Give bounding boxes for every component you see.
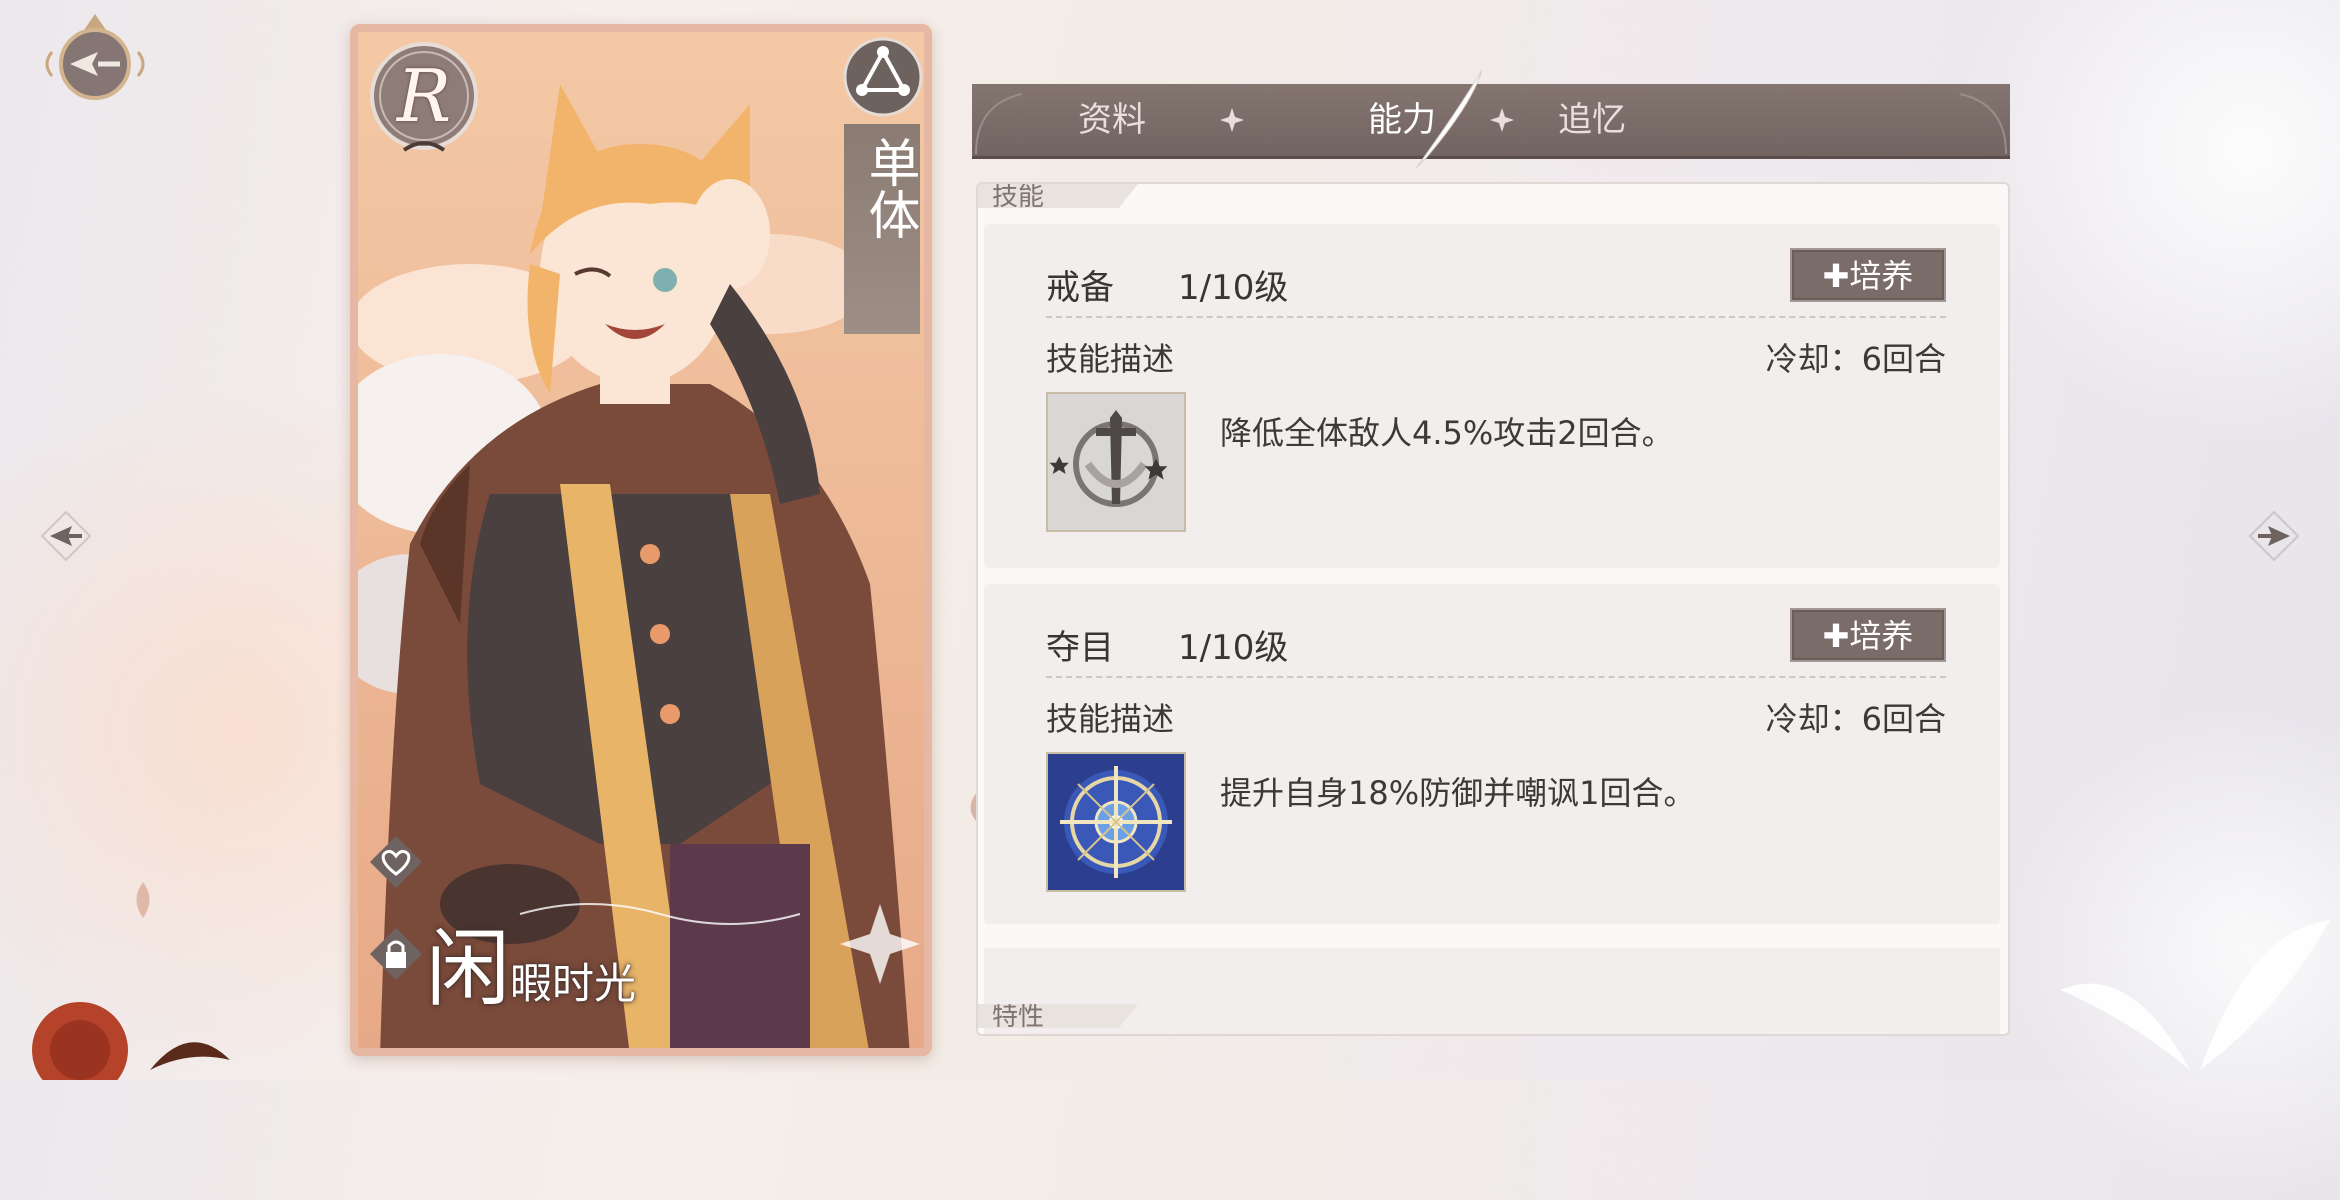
section-tab-skills: 技能 — [978, 184, 1138, 208]
tab-bar-ornament-right — [1959, 93, 2007, 155]
skill-description-label: 技能描述 — [1046, 700, 1175, 738]
traits-section — [984, 948, 2000, 1034]
skill-cooldown: 冷却：6回合 — [1765, 700, 1946, 738]
sparkle-separator-icon — [1220, 108, 1244, 132]
card-title-first-char: 闲 — [426, 920, 511, 1018]
tab-memories[interactable]: 追忆 — [1512, 84, 1672, 156]
character-card[interactable]: R 单体 闲暇时光 — [350, 24, 932, 1056]
plus-icon: ✚ — [1822, 257, 1850, 295]
back-icon — [45, 14, 145, 100]
divider — [1046, 316, 1946, 318]
divider — [1046, 676, 1946, 678]
previous-character-button[interactable] — [38, 508, 94, 564]
cultivate-button[interactable]: ✚培养 — [1790, 248, 1946, 302]
tab-bar-ornament-left — [975, 93, 1023, 155]
rarity-letter: R — [396, 54, 452, 138]
tab-profile[interactable]: 资料 — [1032, 84, 1192, 156]
back-button[interactable] — [40, 8, 150, 118]
target-type-icon — [843, 37, 923, 117]
skill-description: 降低全体敌人4.5%攻击2回合。 — [1220, 414, 1674, 452]
skills-panel[interactable]: 技能 戒备 1/10级 ✚培养 技能描述 冷却：6回合 降低全体敌人4.5%攻击… — [976, 182, 2010, 1036]
favorite-button[interactable] — [366, 832, 426, 892]
skill-cooldown: 冷却：6回合 — [1765, 340, 1946, 378]
next-character-button[interactable] — [2246, 508, 2302, 564]
plus-icon: ✚ — [1822, 617, 1850, 655]
lock-icon — [370, 928, 422, 980]
skill-level: 1/10级 — [1178, 628, 1289, 668]
heart-icon — [370, 836, 422, 888]
skill-card: 夺目 1/10级 ✚培养 技能描述 冷却：6回合 提升自身18%防御并嘲讽1回合… — [984, 584, 2000, 924]
skill-description: 提升自身18%防御并嘲讽1回合。 — [1220, 774, 1696, 812]
rose-decoration — [32, 1002, 230, 1080]
cultivate-label: 培养 — [1849, 617, 1914, 655]
sword-shield-icon[interactable] — [1046, 392, 1186, 532]
cultivate-button[interactable]: ✚培养 — [1790, 608, 1946, 662]
arrow-right-icon — [2248, 510, 2300, 562]
falling-petal — [136, 882, 150, 918]
section-tab-traits: 特性 — [978, 1004, 1138, 1028]
card-title-rest: 暇时光 — [510, 959, 637, 1008]
skill-card: 戒备 1/10级 ✚培养 技能描述 冷却：6回合 降低全体敌人4.5%攻击2回合… — [984, 224, 2000, 568]
skill-name: 戒备 — [1046, 268, 1114, 308]
target-type-label: 单体 — [859, 136, 919, 240]
quill-icon — [1415, 69, 1483, 169]
skill-description-label: 技能描述 — [1046, 340, 1175, 378]
cultivate-label: 培养 — [1849, 257, 1914, 295]
section-tab-label: 技能 — [992, 182, 1045, 212]
compass-target-icon[interactable] — [1046, 752, 1186, 892]
arrow-left-icon — [40, 510, 92, 562]
skill-name: 夺目 — [1046, 628, 1114, 668]
lock-button[interactable] — [366, 924, 426, 984]
butterfly-decoration — [2060, 920, 2330, 1070]
tab-bar: 资料 能力 追忆 — [972, 69, 2010, 169]
card-title: 闲暇时光 — [426, 902, 766, 1018]
skill-level: 1/10级 — [1178, 268, 1289, 308]
